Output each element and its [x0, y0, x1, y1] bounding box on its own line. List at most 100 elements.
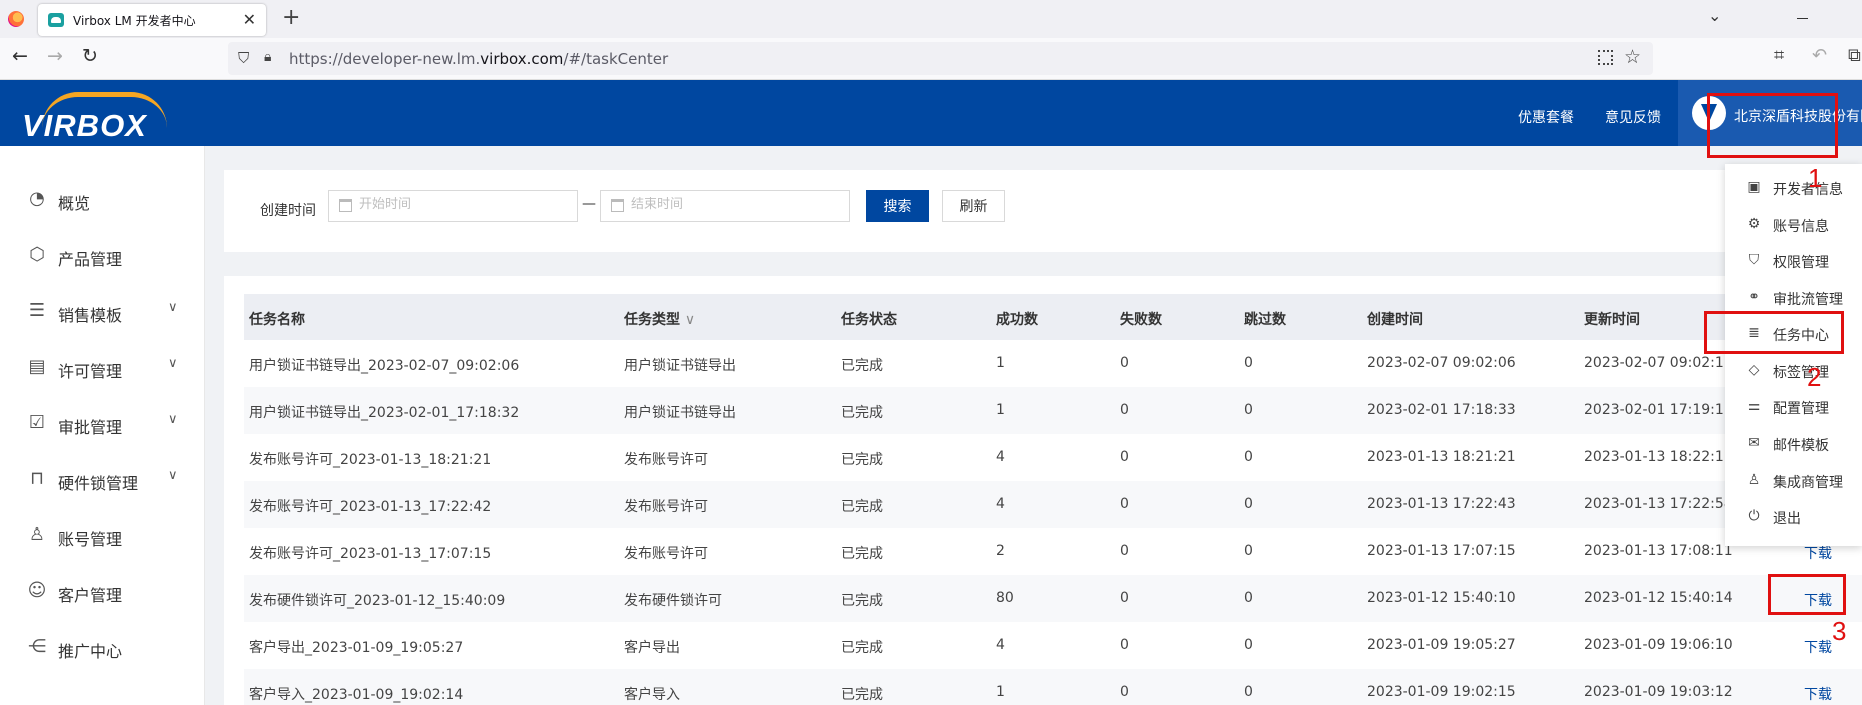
table-row: 发布账号许可_2023-01-13_17:22:42 发布账号许可 已完成 4 …: [244, 481, 1862, 528]
sidebar-item-customers[interactable]: ☺ 客户管理: [0, 564, 205, 620]
updated-time: 2023-02-07 09:02:11: [1584, 355, 1733, 371]
qr-code-icon[interactable]: [1598, 50, 1613, 65]
refresh-button[interactable]: 刷新: [942, 190, 1005, 222]
task-status: 已完成: [841, 687, 883, 703]
task-type: 发布硬件锁许可: [624, 593, 722, 609]
fail-count: 0: [1120, 449, 1129, 465]
updated-time: 2023-01-13 17:22:58: [1584, 496, 1733, 512]
sidebar-item-promotion[interactable]: ⋲ 推广中心: [0, 620, 205, 676]
sidebar-item-accounts[interactable]: ♙ 账号管理: [0, 508, 205, 564]
fail-count: 0: [1120, 496, 1129, 512]
sidebar-item-overview[interactable]: ◔ 概览: [0, 172, 205, 228]
list-icon: ☰: [28, 300, 46, 321]
start-date-field[interactable]: [328, 190, 578, 222]
sliders-icon: ⚌: [1747, 398, 1761, 414]
sidebar-item-licenses[interactable]: ▤ 许可管理 ∨: [0, 340, 205, 396]
firefox-icon[interactable]: [8, 11, 24, 27]
skip-count: 0: [1244, 355, 1253, 371]
browser-tab[interactable]: Virbox LM 开发者中心 ✕: [38, 4, 266, 36]
fail-count: 0: [1120, 543, 1129, 559]
menu-item-label: 权限管理: [1773, 255, 1829, 271]
shield-icon[interactable]: ⛉: [238, 49, 249, 67]
new-tab-icon[interactable]: +: [282, 5, 300, 30]
start-date-input[interactable]: [359, 197, 559, 212]
header-link-feedback[interactable]: 意见反馈: [1605, 107, 1661, 127]
success-count: 2: [996, 543, 1005, 559]
menu-item-label: 配置管理: [1773, 401, 1829, 417]
reload-icon[interactable]: ↻: [82, 45, 98, 67]
sidebar-item-products[interactable]: ⬡ 产品管理: [0, 228, 205, 284]
chevron-down-icon[interactable]: ∨: [168, 356, 178, 371]
undo-icon[interactable]: ↶: [1812, 45, 1827, 66]
url-bar[interactable]: ⛉ 🔒︎ https://developer-new.lm.virbox.com…: [228, 42, 1653, 75]
download-link[interactable]: 下载: [1804, 637, 1832, 657]
task-status: 已完成: [841, 358, 883, 374]
chevron-down-icon[interactable]: ⌄: [1708, 6, 1721, 25]
task-status: 已完成: [841, 593, 883, 609]
menu-item-tags[interactable]: ◇ 标签管理: [1725, 352, 1862, 388]
task-name: 发布硬件锁许可_2023-01-12_15:40:09: [249, 593, 506, 609]
menu-item-logout[interactable]: ⏻ 退出: [1725, 498, 1862, 534]
sidebar-item-label: 审批管理: [58, 418, 123, 437]
forward-icon[interactable]: →: [47, 45, 63, 67]
menu-item-developer-info[interactable]: ▣ 开发者信息: [1725, 169, 1862, 205]
calendar-icon: [611, 199, 624, 212]
download-link[interactable]: 下载: [1804, 684, 1832, 704]
created-time: 2023-01-13 17:07:15: [1367, 543, 1516, 559]
header-link-packages[interactable]: 优惠套餐: [1518, 107, 1574, 127]
sidebar-item-label: 产品管理: [58, 250, 123, 269]
menu-item-approval-flow[interactable]: ⚭ 审批流管理: [1725, 279, 1862, 315]
success-count: 1: [996, 402, 1005, 418]
menu-item-integrators[interactable]: ♙ 集成商管理: [1725, 462, 1862, 498]
fail-count: 0: [1120, 355, 1129, 371]
sidebar-item-approvals[interactable]: ☑ 审批管理 ∨: [0, 396, 205, 452]
table-row: 客户导出_2023-01-09_19:05:27 客户导出 已完成 4 0 0 …: [244, 622, 1862, 669]
crop-icon[interactable]: ⌗: [1774, 45, 1784, 66]
back-icon[interactable]: ←: [12, 45, 28, 67]
user-icon: ♙: [28, 524, 46, 545]
lock-icon[interactable]: 🔒︎: [264, 49, 271, 65]
license-icon: ▤: [28, 356, 46, 377]
sort-chevron-icon[interactable]: ∨: [685, 312, 695, 328]
sidebar-item-label: 概览: [58, 194, 91, 213]
end-date-input[interactable]: [631, 197, 831, 212]
sidebar-item-label: 许可管理: [58, 362, 123, 381]
task-status: 已完成: [841, 452, 883, 468]
annotation-number-1: 1: [1808, 163, 1823, 193]
extensions-icon[interactable]: ⧉: [1848, 45, 1861, 66]
skip-count: 0: [1244, 590, 1253, 606]
url-text[interactable]: https://developer-new.lm.virbox.com/#/ta…: [289, 50, 668, 68]
menu-item-account-info[interactable]: ⚙ 账号信息: [1725, 206, 1862, 242]
chevron-down-icon[interactable]: ∨: [168, 300, 178, 315]
sidebar-item-sales-templates[interactable]: ☰ 销售模板 ∨: [0, 284, 205, 340]
end-date-field[interactable]: [600, 190, 850, 222]
minimize-icon[interactable]: [1797, 18, 1808, 19]
menu-item-config[interactable]: ⚌ 配置管理: [1725, 388, 1862, 424]
star-icon[interactable]: ☆: [1624, 46, 1641, 68]
column-header-label: 任务类型: [624, 312, 680, 328]
date-range-separator: —: [582, 196, 596, 212]
close-tab-icon[interactable]: ✕: [243, 10, 256, 29]
sidebar-item-hardware-locks[interactable]: ⊓ 硬件锁管理 ∨: [0, 452, 205, 508]
skip-count: 0: [1244, 402, 1253, 418]
sidebar-item-label: 硬件锁管理: [58, 474, 139, 493]
chevron-down-icon[interactable]: ∨: [168, 412, 178, 427]
download-link[interactable]: 下载: [1804, 543, 1832, 563]
created-time: 2023-01-13 18:21:21: [1367, 449, 1516, 465]
virbox-logo[interactable]: VIRBOX: [22, 92, 182, 143]
menu-item-mail-templates[interactable]: ✉ 邮件模板: [1725, 425, 1862, 461]
created-time: 2023-01-13 17:22:43: [1367, 496, 1516, 512]
updated-time: 2023-02-01 17:19:11: [1584, 402, 1733, 418]
created-time: 2023-02-07 09:02:06: [1367, 355, 1516, 371]
menu-item-permissions[interactable]: ⛉ 权限管理: [1725, 242, 1862, 278]
success-count: 80: [996, 590, 1014, 606]
updated-time: 2023-01-12 15:40:14: [1584, 590, 1733, 606]
share-icon: ⋲: [28, 636, 46, 657]
updated-time: 2023-01-13 17:08:11: [1584, 543, 1733, 559]
task-type: 发布账号许可: [624, 452, 708, 468]
table-row: 用户锁证书链导出_2023-02-07_09:02:06 用户锁证书链导出 已完…: [244, 340, 1862, 387]
search-button[interactable]: 搜索: [866, 190, 929, 222]
table-row: 发布硬件锁许可_2023-01-12_15:40:09 发布硬件锁许可 已完成 …: [244, 575, 1862, 622]
chevron-down-icon[interactable]: ∨: [168, 468, 178, 483]
column-header-type[interactable]: 任务类型 ∨: [624, 309, 695, 329]
